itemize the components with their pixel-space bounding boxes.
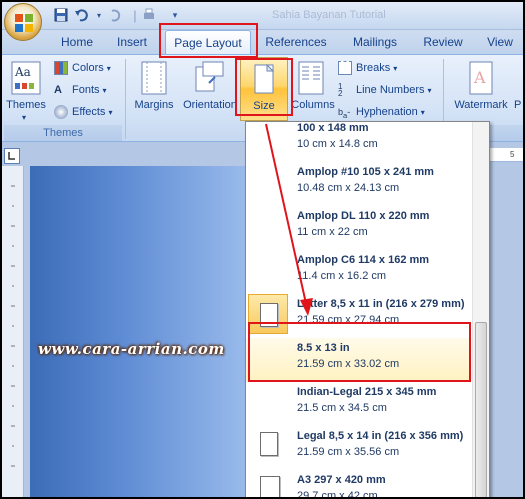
page-thumbnail-icon xyxy=(260,303,278,327)
hyphenation-icon: ba- xyxy=(338,107,351,120)
tab-home[interactable]: Home xyxy=(50,30,104,54)
columns-icon xyxy=(298,61,324,95)
size-option-amplop-c6[interactable]: Amplop C6 114 x 162 mm 11.4 cm x 16.2 cm xyxy=(246,250,474,294)
themes-group-label: Themes xyxy=(4,125,122,141)
margins-label: Margins xyxy=(134,99,174,111)
ruler-number: 5 xyxy=(510,150,515,159)
page-thumbnail-icon xyxy=(260,432,278,456)
tab-selector[interactable] xyxy=(4,148,20,164)
ruler-ticks xyxy=(11,185,15,467)
page-size-dropdown: 100 x 148 mm 10 cm x 14.8 cm Amplop #10 … xyxy=(245,121,490,497)
size-option-a3[interactable]: A3 297 x 420 mm 29.7 cm x 42 cm xyxy=(246,470,474,497)
watermark-label: Watermark xyxy=(454,99,508,111)
tab-view[interactable]: View xyxy=(478,30,522,54)
line-numbers-button[interactable]: 1 2 Line Numbers ▾ xyxy=(338,80,432,100)
orientation-button[interactable]: Orientation xyxy=(180,57,240,123)
vertical-ruler[interactable] xyxy=(2,166,24,497)
dropdown-scrollbar[interactable] xyxy=(472,122,489,497)
page-size-icon xyxy=(254,64,274,94)
size-option-amplop-dl[interactable]: Amplop DL 110 x 220 mm 11 cm x 22 cm xyxy=(246,206,474,250)
title-bar: ▾ | ▾ Sahia Bayanan Tutorial xyxy=(2,2,523,30)
size-option-amplop-10[interactable]: Amplop #10 105 x 241 mm 10.48 cm x 24.13… xyxy=(246,162,474,206)
watermark-button[interactable]: A Watermark xyxy=(448,57,514,123)
columns-label: Columns xyxy=(291,99,335,111)
size-option-indian-legal[interactable]: Indian-Legal 215 x 345 mm 21.5 cm x 34.5… xyxy=(246,382,474,426)
chevron-down-icon: ▾ xyxy=(22,113,27,122)
site-watermark: www.cara-arrian.com xyxy=(38,340,225,358)
size-button[interactable]: Size xyxy=(240,57,288,121)
hyphenation-button[interactable]: ba- Hyphenation ▾ xyxy=(338,102,425,122)
orientation-icon xyxy=(195,61,224,92)
tab-references[interactable]: References xyxy=(258,30,334,54)
tab-review[interactable]: Review xyxy=(416,30,470,54)
tab-page-layout[interactable]: Page Layout xyxy=(165,30,251,54)
tab-insert[interactable]: Insert xyxy=(106,30,158,54)
word-window: ▾ | ▾ Sahia Bayanan Tutorial Home Insert… xyxy=(0,0,525,499)
themes-button[interactable]: Aa Themes ▾ xyxy=(6,57,46,123)
page-color-button[interactable]: P xyxy=(514,57,523,123)
tab-mailings[interactable]: Mailings xyxy=(342,30,408,54)
document-title: Sahia Bayanan Tutorial xyxy=(272,9,386,21)
size-option-letter[interactable]: Letter 8,5 x 11 in (216 x 279 mm) 21.59 … xyxy=(246,294,474,338)
ribbon-tab-row: Home Insert Page Layout References Maili… xyxy=(2,30,523,54)
line-numbers-icon: 12 xyxy=(338,82,343,99)
office-logo-icon xyxy=(15,14,33,32)
themes-icon: Aa xyxy=(11,61,41,95)
scroll-thumb[interactable] xyxy=(475,322,487,497)
margins-button[interactable]: Margins xyxy=(130,57,178,123)
document-page[interactable] xyxy=(30,166,250,497)
effects-button[interactable]: Effects ▾ xyxy=(54,102,112,122)
redo-icon[interactable] xyxy=(106,6,124,24)
effects-icon xyxy=(54,105,68,120)
save-icon[interactable] xyxy=(52,6,70,24)
horizontal-ruler[interactable]: 5 xyxy=(486,148,523,162)
orientation-label: Orientation xyxy=(183,99,237,111)
customize-qat-icon[interactable]: ▾ xyxy=(166,6,184,24)
watermark-icon: A xyxy=(469,61,493,95)
size-option-100x148[interactable]: 100 x 148 mm 10 cm x 14.8 cm xyxy=(246,122,474,162)
size-label: Size xyxy=(253,100,275,112)
breaks-button[interactable]: Breaks ▾ xyxy=(338,58,397,78)
group-separator xyxy=(125,59,126,139)
print-icon[interactable] xyxy=(140,6,158,24)
selected-size-highlight xyxy=(248,294,288,334)
colors-button[interactable]: Colors ▾ xyxy=(54,58,111,78)
columns-button[interactable]: Columns xyxy=(290,57,336,123)
margins-icon xyxy=(141,61,167,95)
size-option-legal[interactable]: Legal 8,5 x 14 in (216 x 356 mm) 21.59 c… xyxy=(246,426,474,470)
undo-icon[interactable] xyxy=(72,6,90,24)
colors-icon xyxy=(54,61,68,76)
office-button[interactable] xyxy=(4,3,42,41)
themes-label: Themes xyxy=(6,99,46,111)
fonts-button[interactable]: A Fonts ▾ xyxy=(54,80,107,100)
svg-text:A: A xyxy=(473,68,486,87)
breaks-icon xyxy=(338,61,352,76)
fonts-icon: A xyxy=(54,84,62,97)
page-thumbnail-icon xyxy=(260,476,280,497)
size-option-8-5x13[interactable]: 8.5 x 13 in 21.59 cm x 33.02 cm xyxy=(246,338,474,382)
svg-text:Aa: Aa xyxy=(14,65,31,79)
